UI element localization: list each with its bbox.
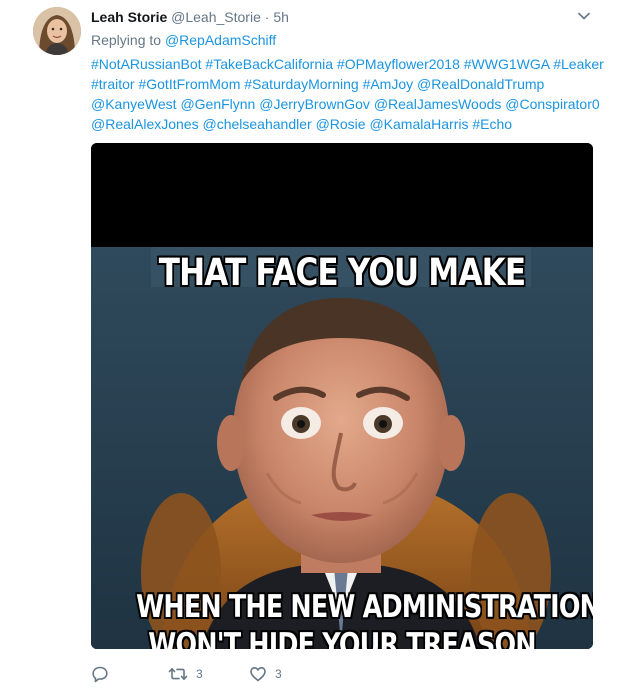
tweet-text-line: #traitor #GotItFromMom #SaturdayMorning …	[91, 74, 601, 94]
separator-dot: ·	[264, 9, 270, 25]
hashtag-link[interactable]: #WWG1WGA	[464, 56, 550, 72]
meme-photo	[91, 143, 593, 649]
mention-link[interactable]: @Conspirator0	[505, 96, 599, 112]
hashtag-link[interactable]: #SaturdayMorning	[244, 76, 358, 92]
hashtag-link[interactable]: #NotARussianBot	[91, 56, 202, 72]
replying-to-link[interactable]: @RepAdamSchiff	[165, 32, 276, 48]
tweet-text-line: @KanyeWest @GenFlynn @JerryBrownGov @Rea…	[91, 94, 601, 114]
mention-link[interactable]: @RealAlexJones	[91, 116, 199, 132]
mention-link[interactable]: @chelseahandler	[203, 116, 312, 132]
retweet-icon	[168, 668, 188, 680]
hashtag-link[interactable]: #Echo	[472, 116, 512, 132]
like-button[interactable]: 3	[249, 664, 282, 684]
mention-link[interactable]: @KanyeWest	[91, 96, 177, 112]
mention-link[interactable]: @KamalaHarris	[369, 116, 468, 132]
meme-caption-cut: WON'T HIDE YOUR TREASON	[148, 627, 536, 649]
heart-icon	[250, 667, 266, 682]
mention-link[interactable]: @Rosie	[316, 116, 366, 132]
hashtag-link[interactable]: #Leaker	[553, 56, 604, 72]
hashtag-link[interactable]: #OPMayflower2018	[337, 56, 460, 72]
chevron-down-icon[interactable]	[576, 8, 592, 24]
hashtag-link[interactable]: #AmJoy	[363, 76, 414, 92]
hashtag-link[interactable]: #TakeBackCalifornia	[205, 56, 333, 72]
mention-link[interactable]: @JerryBrownGov	[259, 96, 370, 112]
timestamp[interactable]: 5h	[273, 9, 289, 25]
avatar-image	[33, 7, 81, 55]
reply-button[interactable]	[91, 664, 117, 684]
tweet-actions: 3 3	[91, 664, 491, 684]
user-handle[interactable]: @Leah_Storie	[171, 9, 261, 25]
replying-prefix: Replying to	[91, 32, 162, 48]
mention-link[interactable]: @RealDonaldTrump	[417, 76, 544, 92]
hashtag-link[interactable]: #traitor	[91, 76, 135, 92]
hashtag-link[interactable]: #GotItFromMom	[138, 76, 240, 92]
mention-link[interactable]: @GenFlynn	[180, 96, 255, 112]
tweet-text-line: #NotARussianBot #TakeBackCalifornia #OPM…	[91, 54, 604, 74]
mention-link[interactable]: @RealJamesWoods	[374, 96, 502, 112]
tweet-text-line: @RealAlexJones @chelseahandler @Rosie @K…	[91, 114, 601, 134]
meme-caption-top: THAT FACE YOU MAKE	[158, 251, 526, 294]
retweet-count: 3	[196, 667, 203, 681]
tweet-text: #NotARussianBot #TakeBackCalifornia #OPM…	[91, 54, 604, 134]
replying-to: Replying to @RepAdamSchiff	[91, 31, 276, 49]
display-name[interactable]: Leah Storie	[91, 9, 167, 25]
like-count: 3	[275, 667, 282, 681]
retweet-button[interactable]: 3	[168, 664, 203, 684]
tweet-media-image[interactable]: THAT FACE YOU MAKE WHEN THE NEW ADMINIST…	[91, 143, 593, 649]
meme-caption-bottom: WHEN THE NEW ADMINISTRATION	[136, 589, 593, 625]
tweet-header: Leah Storie @Leah_Storie · 5h	[91, 8, 289, 26]
reply-icon	[92, 666, 108, 683]
avatar[interactable]	[33, 7, 81, 55]
